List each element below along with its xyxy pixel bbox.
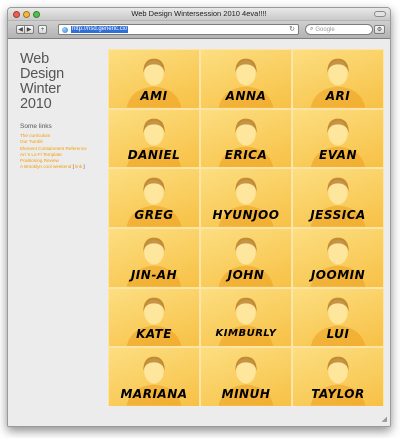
add-bookmark-button[interactable]: + bbox=[38, 25, 47, 34]
student-tile[interactable]: MINUH bbox=[200, 347, 292, 407]
browser-toolbar: ◀ ▶ + http://risd.generic.cx/ ↻ ⌕ Google… bbox=[8, 21, 390, 39]
student-tile[interactable]: JOHN bbox=[200, 228, 292, 288]
forward-arrow-icon: ▶ bbox=[26, 27, 32, 33]
student-tile[interactable]: DANIEL bbox=[108, 108, 200, 169]
back-button[interactable]: ◀ bbox=[16, 25, 25, 34]
student-tile[interactable]: JIN-AH bbox=[108, 228, 200, 288]
student-name: KIMBURLY bbox=[215, 328, 277, 340]
student-grid: AMI ANNA ARI DANIEL ERICA EVAN GREG HYUNJOO JESS… bbox=[108, 49, 384, 407]
page-title: Web Design Winter 2010 bbox=[20, 52, 106, 112]
settings-button[interactable]: ⚙ bbox=[374, 25, 385, 34]
window-title: Web Design Wintersession 2010 4eva!!!! bbox=[131, 9, 267, 18]
student-tile[interactable]: LUI bbox=[292, 287, 384, 348]
student-name: LUI bbox=[326, 327, 350, 342]
student-tile[interactable]: KIMBURLY bbox=[200, 287, 292, 348]
title-line: 2010 bbox=[20, 96, 52, 112]
student-tile[interactable]: JOOMIN bbox=[292, 228, 384, 288]
gear-icon: ⚙ bbox=[376, 27, 383, 33]
forward-button[interactable]: ▶ bbox=[25, 25, 34, 34]
student-name: MARIANA bbox=[120, 387, 188, 401]
student-name: DANIEL bbox=[127, 148, 181, 163]
title-bar: Web Design Wintersession 2010 4eva!!!! bbox=[8, 8, 390, 21]
student-tile[interactable]: KATE bbox=[108, 287, 200, 348]
search-placeholder: Google bbox=[315, 26, 335, 33]
student-tile[interactable]: EVAN bbox=[292, 108, 384, 169]
address-bar[interactable]: http://risd.generic.cx/ ↻ bbox=[58, 24, 299, 35]
student-tile[interactable]: GREG bbox=[108, 168, 200, 228]
student-tile[interactable]: HYUNJOO bbox=[200, 168, 292, 228]
student-name: ARI bbox=[325, 88, 351, 103]
plus-icon: + bbox=[40, 27, 45, 33]
bracket-close: ] bbox=[82, 164, 85, 170]
links-heading: Some links bbox=[20, 123, 52, 130]
student-name: HYUNJOO bbox=[212, 208, 280, 222]
student-name: GREG bbox=[134, 208, 174, 222]
back-arrow-icon: ◀ bbox=[18, 27, 23, 33]
title-line: Web bbox=[20, 51, 49, 67]
sidebar: Web Design Winter 2010 Some links The cu… bbox=[20, 52, 106, 171]
student-name: JOHN bbox=[227, 267, 265, 282]
resize-grip-icon[interactable]: ◢ bbox=[382, 416, 387, 423]
student-name: AMI bbox=[140, 88, 168, 103]
student-name: KATE bbox=[136, 327, 172, 342]
student-tile[interactable]: ARI bbox=[292, 49, 384, 109]
link-brooklyn[interactable]: A Brooklyn cool weekend bbox=[20, 164, 71, 169]
student-tile[interactable]: TAYLOR bbox=[292, 347, 384, 407]
student-name: ANNA bbox=[225, 88, 267, 103]
toolbar-toggle-button[interactable] bbox=[374, 11, 386, 17]
link-brooklyn-item: A Brooklyn cool weekend [ link ] bbox=[20, 164, 106, 170]
status-bar: ◢ bbox=[8, 406, 390, 426]
globe-icon bbox=[62, 26, 68, 33]
link-list: The curriculum Our Tumblr Element Contai… bbox=[20, 133, 106, 171]
student-name: JOOMIN bbox=[310, 267, 366, 282]
search-input[interactable]: ⌕ Google bbox=[305, 24, 373, 35]
url-text[interactable]: http://risd.generic.cx/ bbox=[71, 26, 129, 33]
student-tile[interactable]: ERICA bbox=[200, 108, 292, 169]
browser-window: Web Design Wintersession 2010 4eva!!!! ◀… bbox=[7, 7, 391, 427]
title-line: Design bbox=[20, 66, 64, 82]
student-name: EVAN bbox=[319, 148, 357, 163]
student-name: JESSICA bbox=[310, 208, 366, 222]
student-name: MINUH bbox=[221, 387, 271, 401]
title-line: Winter bbox=[20, 81, 61, 97]
student-tile[interactable]: AMI bbox=[108, 49, 200, 109]
student-tile[interactable]: JESSICA bbox=[292, 168, 384, 228]
search-icon: ⌕ bbox=[310, 26, 314, 32]
student-name: TAYLOR bbox=[311, 387, 365, 401]
student-name: JIN-AH bbox=[130, 267, 178, 282]
student-name: ERICA bbox=[224, 148, 268, 163]
student-tile[interactable]: ANNA bbox=[200, 49, 292, 109]
student-tile[interactable]: MARIANA bbox=[108, 347, 200, 407]
nav-buttons: ◀ ▶ + bbox=[16, 25, 47, 34]
reload-icon[interactable]: ↻ bbox=[289, 25, 295, 35]
page-content: Web Design Winter 2010 Some links The cu… bbox=[8, 41, 390, 407]
